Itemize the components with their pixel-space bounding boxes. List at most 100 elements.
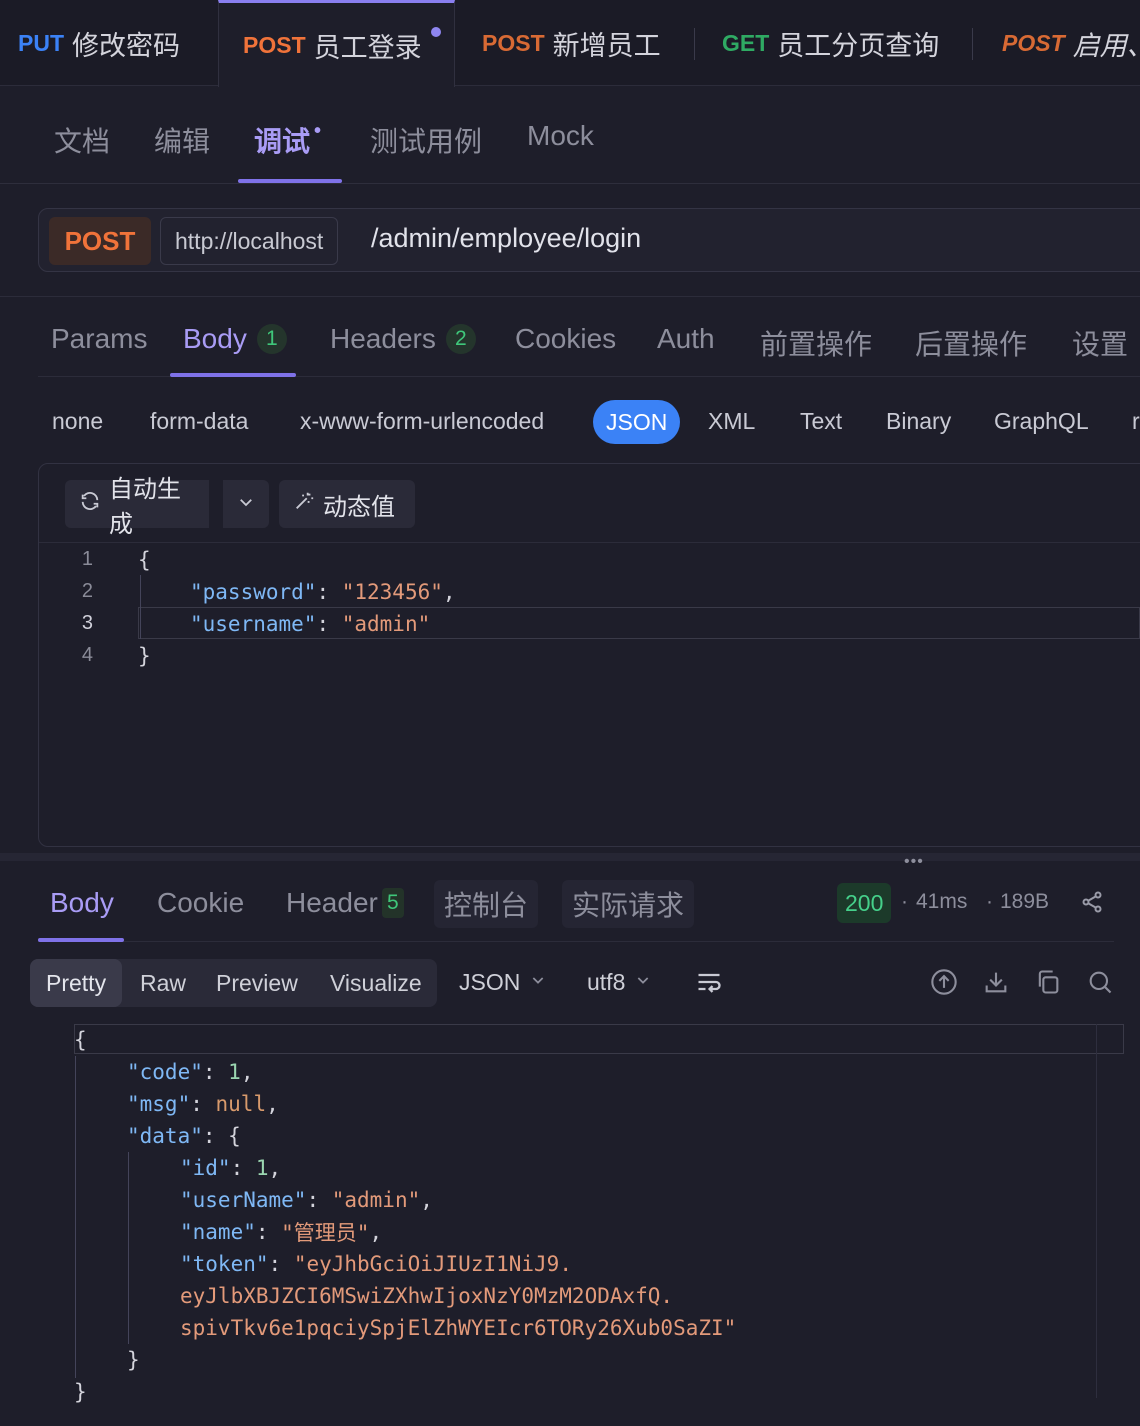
code-line: "data": { <box>127 1124 241 1148</box>
tab-headers[interactable]: Headers 2 <box>330 323 476 355</box>
request-tab-post-enable[interactable]: POST 启用、 <box>984 0 1140 86</box>
comma: , <box>442 580 456 604</box>
tab-test-cases[interactable]: 测试用例 <box>370 120 482 160</box>
unsaved-dot-icon <box>431 27 441 37</box>
code-line: "username": "admin" <box>190 612 431 636</box>
method-label: POST <box>482 29 545 56</box>
tab-auth[interactable]: Auth <box>657 323 715 355</box>
vertical-scrollbar[interactable] <box>1096 1024 1097 1398</box>
request-body-editor[interactable]: 自动生成 动态值 <box>38 463 1140 847</box>
tab-pre-actions[interactable]: 前置操作 <box>760 323 872 363</box>
body-type-binary[interactable]: Binary <box>886 408 951 435</box>
tab-cookies[interactable]: Cookies <box>515 323 616 355</box>
select-value: utf8 <box>587 969 626 995</box>
base-url-selector[interactable]: http://localhost <box>160 217 339 265</box>
status-code-badge: 200 <box>837 883 892 923</box>
body-type-graphql[interactable]: GraphQL <box>994 408 1089 435</box>
dynamic-value-button[interactable]: 动态值 <box>279 480 415 528</box>
body-type-form-data[interactable]: form-data <box>150 408 248 435</box>
url-path-input[interactable]: /admin/employee/login <box>371 223 641 254</box>
request-tab-title: 修改密码 <box>72 30 180 61</box>
code-line: spivTkv6e1pqciySpjElZhWYEIcr6TORy26Xub0S… <box>180 1312 736 1344</box>
body-type-json[interactable]: JSON <box>593 400 681 444</box>
active-tab-indicator <box>170 373 296 377</box>
auto-generate-dropdown[interactable] <box>223 480 269 528</box>
brace: { <box>74 1028 87 1052</box>
tab-body[interactable]: Body 1 <box>183 323 287 355</box>
json-value: "管理员" <box>281 1221 370 1245</box>
tab-label: Body <box>183 323 247 354</box>
chevron-down-icon <box>237 490 255 518</box>
divider <box>38 941 1114 942</box>
wrap-lines-icon[interactable] <box>695 968 725 998</box>
request-tab-post-add-employee[interactable]: POST 新增员工 <box>464 0 694 86</box>
body-type-xml[interactable]: XML <box>708 408 755 435</box>
chevron-down-icon <box>530 972 546 993</box>
response-tab-cookie[interactable]: Cookie <box>157 887 244 919</box>
json-key: "username" <box>190 612 317 636</box>
body-type-text[interactable]: Text <box>800 408 842 435</box>
request-tab-title: 员工分页查询 <box>777 30 940 61</box>
active-tab-indicator <box>38 938 124 942</box>
json-value: "admin" <box>341 612 431 636</box>
dynamic-value-label: 动态值 <box>323 493 395 521</box>
copy-icon[interactable] <box>1034 968 1064 998</box>
body-type-more[interactable]: r <box>1132 408 1140 435</box>
json-key: "msg" <box>127 1092 191 1116</box>
tab-debug-label: 调试 <box>254 126 311 157</box>
code-line: "name": "管理员", <box>180 1216 382 1248</box>
tab-separator <box>972 28 973 60</box>
share-icon[interactable] <box>1080 890 1104 919</box>
response-tab-header[interactable]: Header 5 <box>286 887 404 919</box>
tab-docs[interactable]: 文档 <box>54 120 110 160</box>
tab-mock[interactable]: Mock <box>527 120 594 152</box>
response-tab-actual-request[interactable]: 实际请求 <box>562 880 695 928</box>
encoding-select[interactable]: utf8 <box>587 969 651 996</box>
code-line: eyJlbXBJZCI6MSwiZXhwIjoxNzY0MzM2ODAxfQ. <box>180 1280 673 1312</box>
request-tab-title: 启用、 <box>1072 30 1140 61</box>
body-type-none[interactable]: none <box>52 408 103 435</box>
drag-handle-icon[interactable]: ••• <box>904 853 924 871</box>
panel-splitter[interactable] <box>0 853 1140 861</box>
body-type-urlencoded[interactable]: x-www-form-urlencoded <box>300 408 544 435</box>
url-bar: POST http://localhost /admin/employee/lo… <box>38 208 1140 272</box>
select-value: JSON <box>459 969 521 995</box>
line-number: 2 <box>81 580 93 602</box>
response-tab-body[interactable]: Body <box>50 887 114 919</box>
tab-settings[interactable]: 设置 <box>1072 323 1128 363</box>
unsaved-dot-icon: • <box>314 120 322 142</box>
count-badge: 2 <box>445 324 476 354</box>
tab-edit[interactable]: 编辑 <box>154 120 210 160</box>
brace: { <box>138 548 151 572</box>
format-raw[interactable]: Raw <box>140 959 186 1007</box>
auto-generate-button[interactable]: 自动生成 <box>65 476 209 538</box>
request-tab-get-employee-page[interactable]: GET 员工分页查询 <box>704 0 972 86</box>
download-icon[interactable] <box>982 968 1012 998</box>
json-value: 1 <box>228 1060 241 1084</box>
format-pretty[interactable]: Pretty <box>30 959 123 1007</box>
current-line-highlight <box>74 1024 1124 1054</box>
upload-icon[interactable] <box>930 968 960 998</box>
api-view-tabs: 文档 编辑 调试 • 测试用例 Mock <box>0 87 1140 184</box>
search-icon[interactable] <box>1086 968 1116 998</box>
tab-params[interactable]: Params <box>51 323 147 355</box>
format-preview[interactable]: Preview <box>216 959 298 1007</box>
tab-label: 实际请求 <box>572 890 685 921</box>
request-tab-title: 新增员工 <box>552 30 661 61</box>
request-tab-put-change-password[interactable]: PUT 修改密码 <box>0 0 216 86</box>
code-line: } <box>74 1376 87 1408</box>
format-visualize[interactable]: Visualize <box>330 959 422 1007</box>
method-label: POST <box>1002 29 1065 56</box>
response-format-select[interactable]: JSON <box>459 969 546 996</box>
code-line: "password": "123456", <box>190 580 456 604</box>
line-number: 1 <box>81 548 93 570</box>
response-tab-console[interactable]: 控制台 <box>434 880 539 928</box>
tab-debug[interactable]: 调试 • <box>254 120 321 160</box>
code-line: } <box>138 640 151 672</box>
request-tab-post-employee-login[interactable]: POST 员工登录 <box>218 0 455 87</box>
method-selector[interactable]: POST <box>49 217 151 265</box>
indent-guide <box>75 1056 76 1378</box>
tab-post-actions[interactable]: 后置操作 <box>915 323 1027 363</box>
tab-label: 设置 <box>1072 329 1129 360</box>
json-key: "password" <box>190 580 317 604</box>
